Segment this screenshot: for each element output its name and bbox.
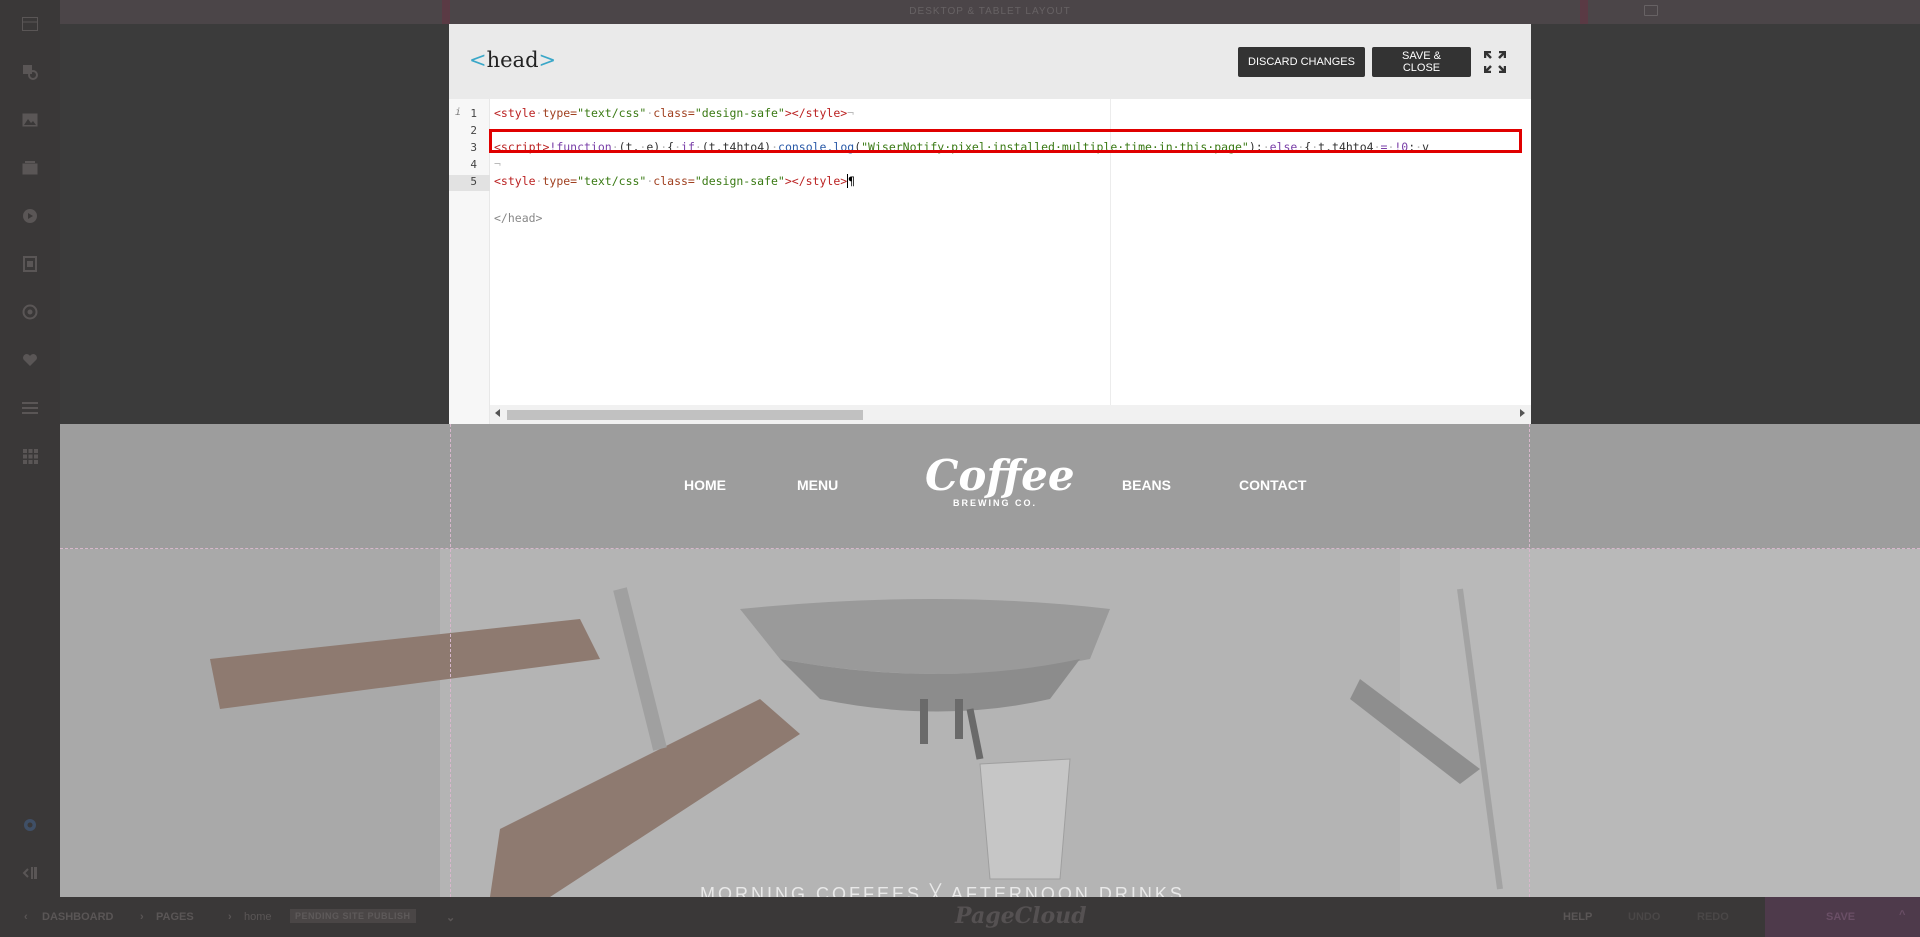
- breadcrumb-separator-icon: ›: [140, 911, 144, 923]
- scroll-left-arrow-icon[interactable]: [495, 409, 500, 417]
- nav-home-link[interactable]: HOME: [684, 477, 726, 493]
- pages-link[interactable]: PAGES: [156, 911, 194, 923]
- collapse-sidebar-icon[interactable]: [20, 863, 40, 883]
- save-button-label: SAVE: [1826, 911, 1856, 923]
- modal-header: <head> DISCARD CHANGES SAVE & CLOSE: [449, 24, 1531, 99]
- undo-button[interactable]: UNDO: [1628, 911, 1660, 923]
- breadcrumb-separator-icon: ›: [228, 911, 232, 923]
- layout-topbar: DESKTOP & TABLET LAYOUT: [60, 0, 1920, 24]
- hero-caption: MORNING COFFEES ╳ AFTERNOON DRINKS: [700, 884, 1185, 897]
- menu-icon[interactable]: [20, 398, 40, 418]
- code-editor[interactable]: i 1 2 3 4 5 <style·type="text/css"·class…: [449, 99, 1531, 424]
- content-guide-right: [1529, 424, 1530, 897]
- gallery-icon[interactable]: [20, 158, 40, 178]
- scroll-right-arrow-icon[interactable]: [1520, 409, 1525, 417]
- nav-contact-link[interactable]: CONTACT: [1239, 477, 1306, 493]
- bottom-bar: ‹ DASHBOARD › PAGES › home PENDING SITE …: [0, 897, 1920, 937]
- pages-icon[interactable]: [20, 254, 40, 274]
- contact-icon[interactable]: [20, 302, 40, 322]
- current-page-name[interactable]: home: [244, 911, 272, 923]
- line-number: 4: [470, 158, 477, 171]
- head-code-modal: <head> DISCARD CHANGES SAVE & CLOSE i 1 …: [449, 24, 1531, 424]
- highlight-box-script-line: [489, 129, 1522, 153]
- line-number: 1: [470, 107, 477, 120]
- save-close-button[interactable]: SAVE & CLOSE: [1372, 47, 1471, 77]
- save-options-chevron-icon[interactable]: ^: [1899, 909, 1905, 921]
- video-icon[interactable]: [20, 206, 40, 226]
- help-button[interactable]: HELP: [1563, 911, 1592, 923]
- head-closing-tag: </head>: [494, 211, 543, 225]
- sections-icon[interactable]: [20, 14, 40, 34]
- redo-button[interactable]: REDO: [1697, 911, 1729, 923]
- shapes-icon[interactable]: [20, 62, 40, 82]
- apps-icon[interactable]: [20, 446, 40, 466]
- scrollbar-thumb[interactable]: [507, 410, 863, 420]
- editor-gutter: i 1 2 3 4 5: [449, 99, 490, 424]
- text-cursor: ¶: [847, 174, 856, 188]
- line-number: 2: [470, 124, 477, 137]
- code-line-5[interactable]: <style·type="text/css"·class="design-saf…: [494, 174, 856, 188]
- page-dropdown-chevron-icon[interactable]: ⌄: [446, 911, 455, 924]
- site-logo[interactable]: Coffee BREWING CO.: [925, 451, 1075, 509]
- section-guide-horizontal: [60, 548, 1920, 549]
- line-number: 3: [470, 141, 477, 154]
- code-line-1[interactable]: <style·type="text/css"·class="design-saf…: [494, 106, 854, 120]
- favorites-icon[interactable]: [20, 350, 40, 370]
- fullscreen-expand-icon[interactable]: [1483, 50, 1507, 74]
- logo-wordmark: Coffee: [925, 451, 1075, 500]
- back-chevron-icon[interactable]: ‹: [24, 911, 28, 923]
- layout-mode-label[interactable]: DESKTOP & TABLET LAYOUT: [60, 6, 1920, 17]
- line-number: 5: [470, 175, 477, 188]
- pagecloud-logo: PageCloud: [955, 903, 1087, 929]
- page-preview: HOME MENU BEANS CONTACT Coffee BREWING C…: [60, 424, 1920, 897]
- pending-publish-badge: PENDING SITE PUBLISH: [290, 909, 416, 923]
- info-icon[interactable]: i: [455, 107, 461, 118]
- horizontal-scrollbar[interactable]: [490, 405, 1531, 424]
- nav-beans-link[interactable]: BEANS: [1122, 477, 1171, 493]
- dashboard-link[interactable]: DASHBOARD: [42, 911, 114, 923]
- desktop-device-icon[interactable]: [1644, 5, 1658, 16]
- image-icon[interactable]: [20, 110, 40, 130]
- code-line-4[interactable]: ¬: [494, 157, 501, 171]
- hero-section: [60, 549, 1920, 897]
- settings-icon[interactable]: [20, 815, 40, 835]
- modal-title: <head>: [469, 48, 557, 72]
- discard-changes-button[interactable]: DISCARD CHANGES: [1238, 47, 1365, 77]
- save-button[interactable]: SAVE ^: [1765, 897, 1920, 937]
- content-guide-left: [450, 424, 451, 897]
- hero-photo: [60, 549, 1920, 897]
- nav-menu-link[interactable]: MENU: [797, 477, 838, 493]
- left-sidebar: [0, 0, 60, 897]
